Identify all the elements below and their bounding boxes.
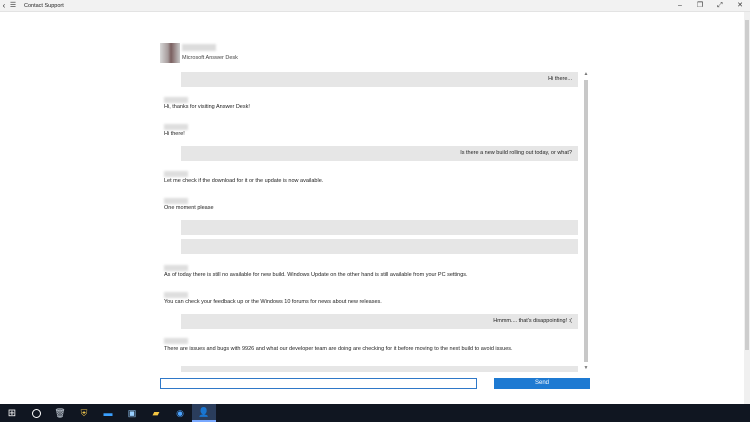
file-explorer-icon[interactable]: ▰ <box>144 404 168 422</box>
contact-support-icon[interactable]: 👤 <box>192 404 216 422</box>
user-message: Hi there... <box>181 72 578 87</box>
fullscreen-icon[interactable]: ⤢ <box>710 0 730 12</box>
window-controls: – ❐ ⤢ ✕ <box>670 0 750 12</box>
agent-name-redacted <box>182 44 216 51</box>
agent-name-redacted <box>164 97 188 103</box>
back-arrow-icon[interactable]: ‹ <box>0 0 8 12</box>
user-message-redacted <box>181 366 578 372</box>
remote-desktop-icon[interactable]: ▣ <box>120 404 144 422</box>
agent-message: Hi, thanks for visiting Answer Desk! <box>164 104 250 110</box>
close-icon[interactable]: ✕ <box>730 0 750 12</box>
scroll-thumb[interactable] <box>584 80 588 362</box>
cortana-search-icon[interactable] <box>24 404 48 422</box>
chat-scrollbar[interactable]: ▲ ▼ <box>582 70 590 372</box>
agent-message: There are issues and bugs with 9926 and … <box>164 346 513 352</box>
hamburger-icon[interactable]: ☰ <box>8 0 18 12</box>
user-message: Hmmm.... that's disappointing! :( <box>181 314 578 329</box>
window-title: Contact Support <box>24 2 64 9</box>
agent-message: Let me check if the download for it or t… <box>164 178 324 184</box>
scroll-down-icon[interactable]: ▼ <box>582 364 590 372</box>
agent-message: As of today there is still no available … <box>164 272 468 278</box>
window-scrollbar[interactable] <box>744 12 750 404</box>
agent-name-redacted <box>164 292 188 298</box>
windows-defender-icon[interactable]: ⛨ <box>72 404 96 422</box>
agent-name-redacted <box>164 338 188 344</box>
agent-avatar <box>160 43 180 63</box>
restore-icon[interactable]: ❐ <box>690 0 710 12</box>
window-scroll-thumb[interactable] <box>745 20 749 350</box>
chat-transcript[interactable]: Hi there... Hi, thanks for visiting Answ… <box>160 70 590 372</box>
agent-message: Hi there! <box>164 131 185 137</box>
agent-name-redacted <box>164 265 188 271</box>
taskbar: ⊞ 🗑 ⛨ ▬ ▣ ▰ ◉ 👤 <box>0 404 750 422</box>
windows-start-icon[interactable]: ⊞ <box>0 404 24 422</box>
agent-name-redacted <box>164 198 188 204</box>
user-message-redacted <box>181 220 578 235</box>
message-input[interactable] <box>160 378 477 389</box>
send-button[interactable]: Send <box>494 378 590 389</box>
minimize-icon[interactable]: – <box>670 0 690 12</box>
agent-subtitle: Microsoft Answer Desk <box>182 55 238 61</box>
scroll-up-icon[interactable]: ▲ <box>582 70 590 78</box>
agent-message: You can check your feedback up or the Wi… <box>164 299 382 305</box>
user-message-redacted <box>181 239 578 254</box>
browser-icon[interactable]: ◉ <box>168 404 192 422</box>
user-message: Is there a new build rolling out today, … <box>181 146 578 161</box>
messaging-icon[interactable]: ▬ <box>96 404 120 422</box>
agent-name-redacted <box>164 124 188 130</box>
title-bar: ‹ ☰ Contact Support – ❐ ⤢ ✕ <box>0 0 750 12</box>
recycle-bin-icon[interactable]: 🗑 <box>48 404 72 422</box>
agent-name-redacted <box>164 171 188 177</box>
agent-message: One moment please <box>164 205 214 211</box>
